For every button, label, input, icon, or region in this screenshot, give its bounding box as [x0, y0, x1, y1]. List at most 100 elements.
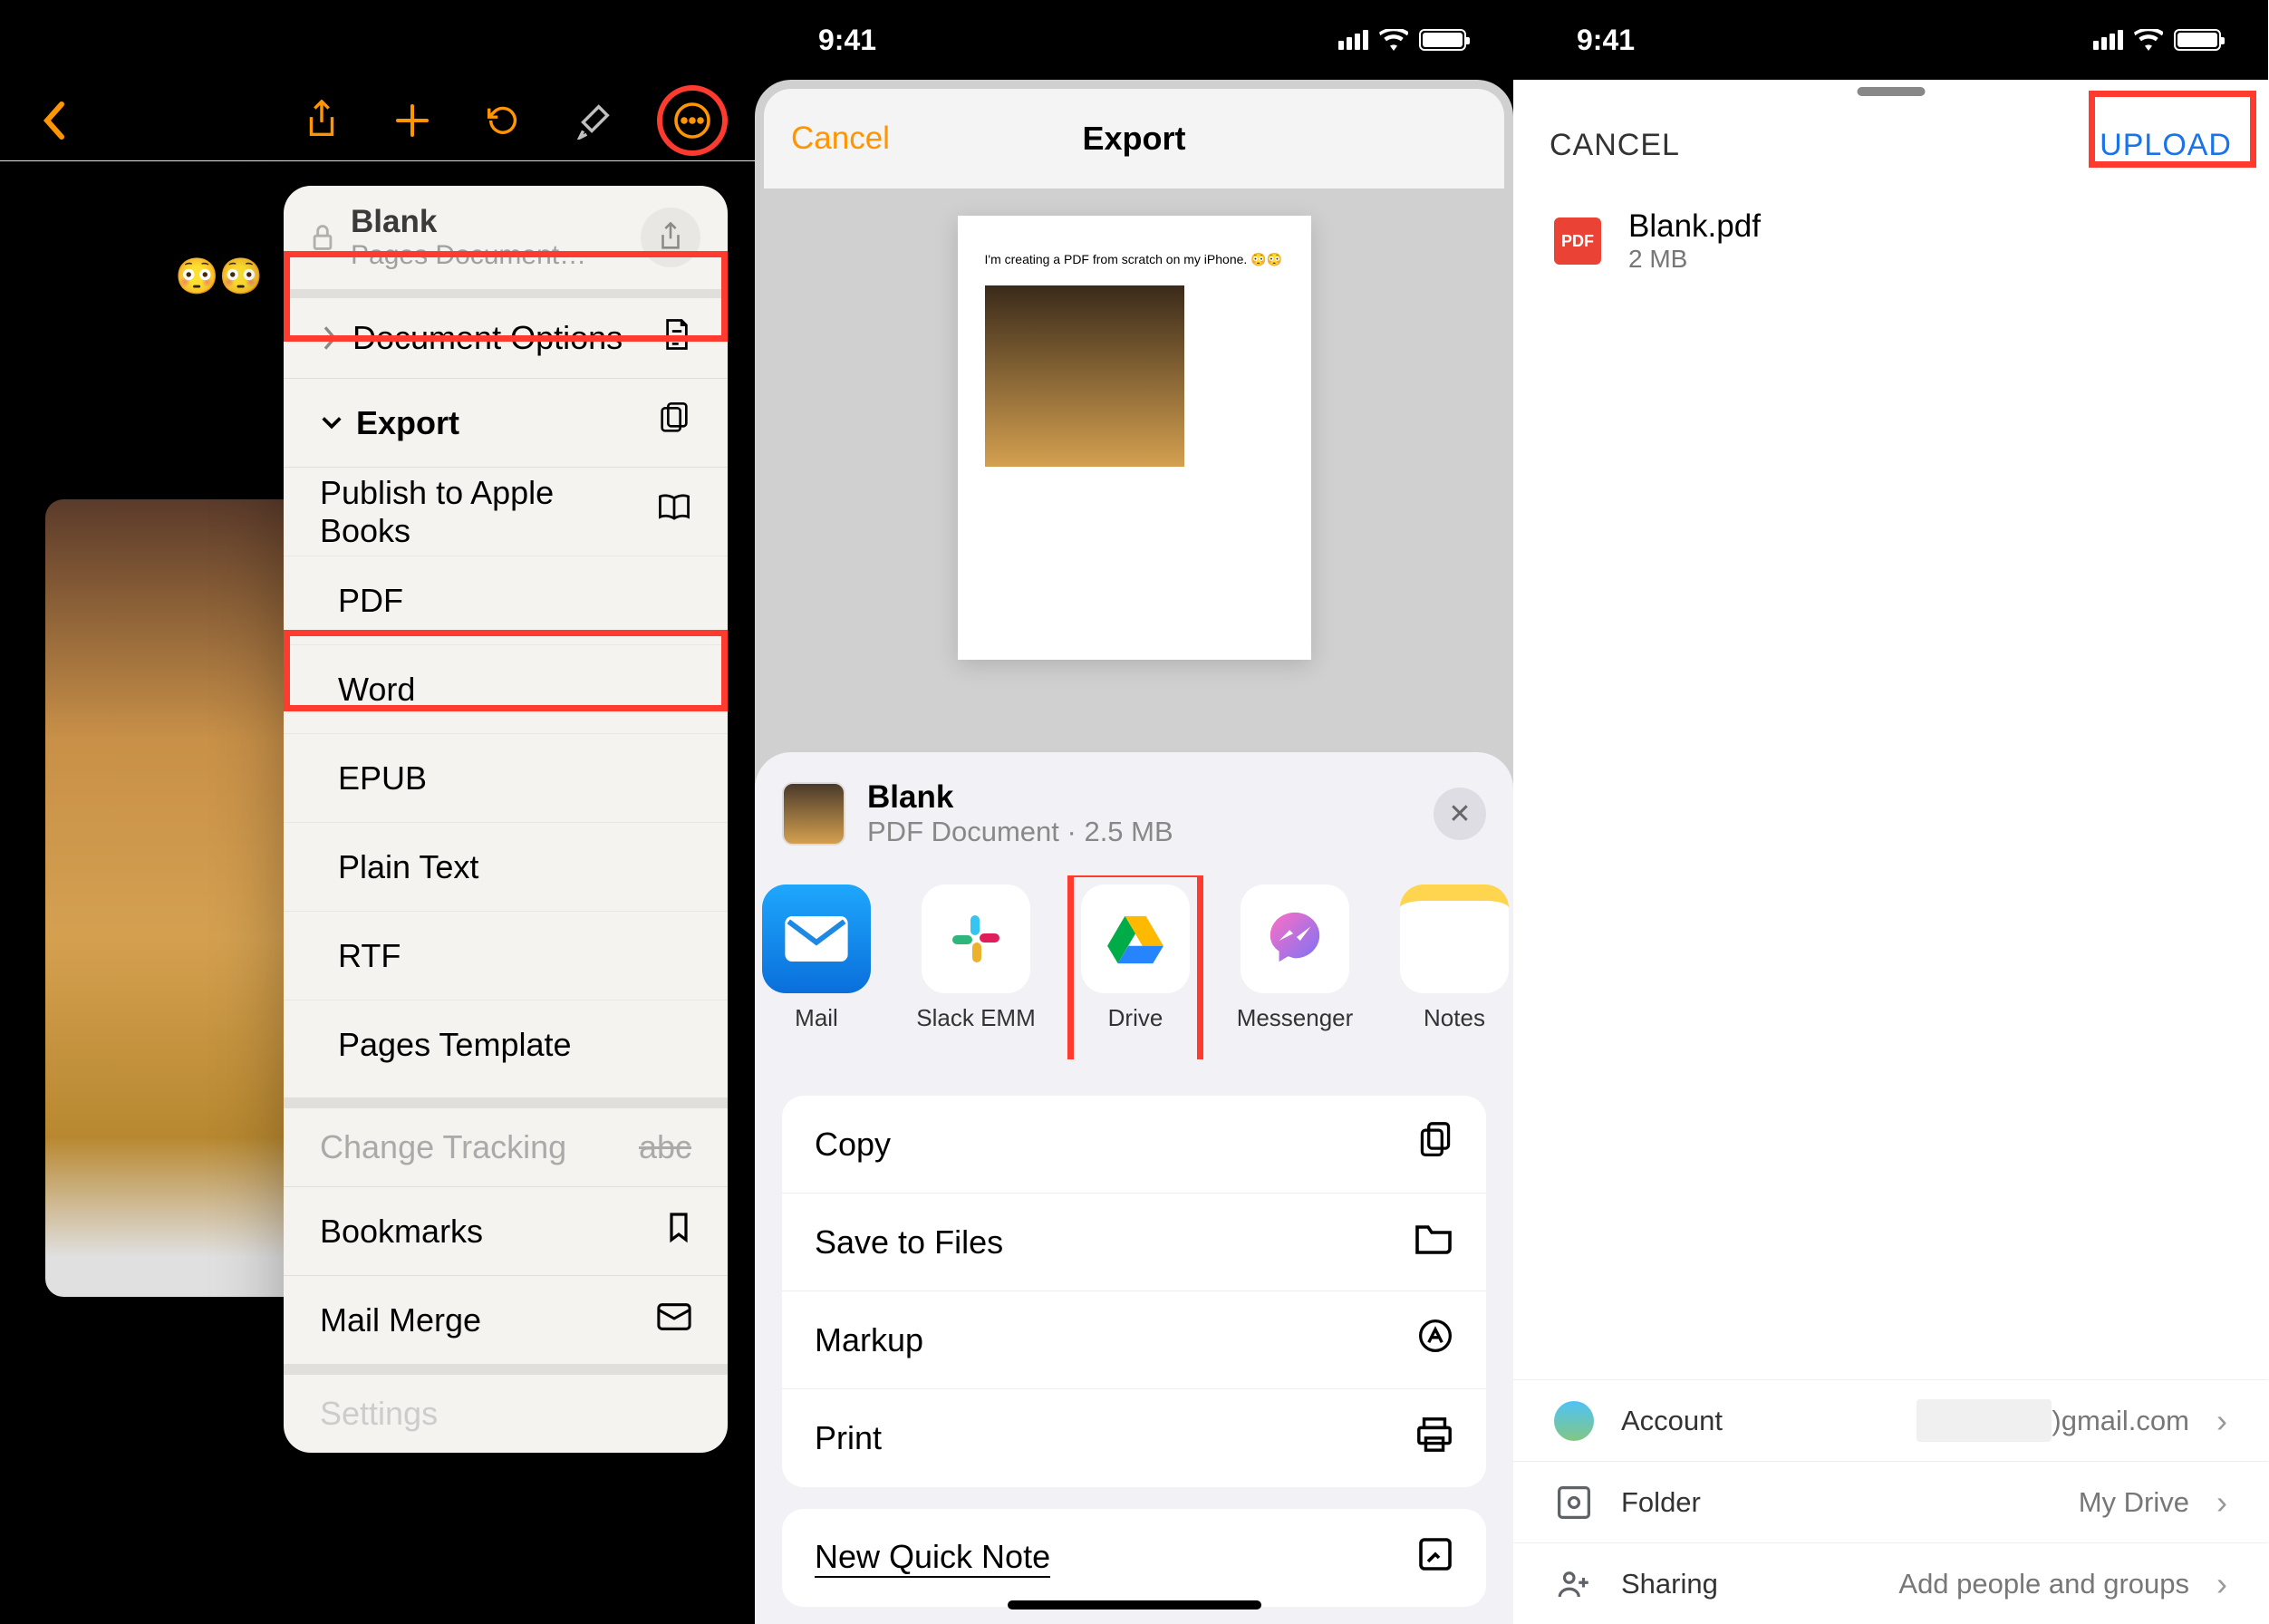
share-file-sub: PDF Document · 2.5 MB [867, 816, 1173, 848]
menu-label: Settings [320, 1395, 438, 1433]
app-label: Slack EMM [916, 1004, 1035, 1032]
brush-icon[interactable] [566, 93, 621, 148]
envelope-icon [657, 1301, 691, 1339]
status-icons [580, 29, 708, 51]
export-header: Cancel Export [764, 89, 1504, 188]
action-print[interactable]: Print [782, 1389, 1486, 1487]
close-icon[interactable]: ✕ [1434, 788, 1486, 840]
menu-label: Publish to Apple Books [320, 474, 592, 550]
battery-icon [661, 29, 708, 51]
copy-icon [1417, 1120, 1453, 1168]
drive-upload-sheet: CANCEL UPLOAD PDF Blank.pdf 2 MB Account… [1513, 100, 2268, 1624]
abc-icon: abc [639, 1128, 691, 1166]
more-button-highlight [657, 85, 728, 156]
menu-settings[interactable]: Settings [284, 1364, 728, 1453]
menu-change-tracking: Change Tracking abc [284, 1097, 728, 1186]
action-new-quick-note[interactable]: New Quick Note [782, 1509, 1486, 1607]
app-drive[interactable]: Drive [1081, 884, 1190, 1032]
app-label: Mail [795, 1004, 838, 1032]
menu-word[interactable]: Word [284, 644, 728, 733]
messenger-app-icon [1241, 884, 1349, 993]
export-icon [657, 401, 691, 445]
status-time: 9:41 [818, 24, 876, 57]
share-apps-row: Mail Slack EMM Drive Messenger Notes [755, 875, 1513, 1059]
action-copy[interactable]: Copy [782, 1096, 1486, 1194]
menu-document-options[interactable]: Document Options [284, 289, 728, 378]
menu-plain-text[interactable]: Plain Text [284, 822, 728, 911]
book-icon [657, 492, 691, 531]
toolbar [0, 80, 755, 161]
status-bar: 9:41 [1513, 0, 2268, 80]
back-icon[interactable] [27, 93, 82, 148]
setting-account[interactable]: Account )gmail.com › [1513, 1379, 2268, 1461]
status-bar: 9:41 [0, 0, 755, 80]
menu-doc-sub: Pages Document… [351, 240, 586, 271]
screen-share-sheet: 9:41 Cancel Export I'm creating a PDF fr… [755, 0, 1513, 1624]
menu-epub[interactable]: EPUB [284, 733, 728, 822]
menu-label: Plain Text [338, 848, 478, 886]
app-notes[interactable]: Notes [1400, 884, 1509, 1032]
status-time: 9:41 [1577, 24, 1635, 57]
menu-label: PDF [338, 582, 403, 620]
menu-bookmarks[interactable]: Bookmarks [284, 1186, 728, 1275]
screen-pages-export: 9:41 I'm creating a PDF iPhone. 😳😳 I hav… [0, 0, 755, 1624]
menu-rtf[interactable]: RTF [284, 911, 728, 1000]
upload-file-name: Blank.pdf [1628, 208, 1761, 245]
share-icon[interactable] [294, 93, 349, 148]
menu-label: EPUB [338, 759, 427, 798]
menu-pdf[interactable]: PDF [284, 556, 728, 644]
chevron-right-icon [320, 324, 340, 352]
pdf-icon: PDF [1554, 218, 1601, 265]
drive-app-icon [1081, 884, 1190, 993]
setting-sharing[interactable]: Sharing Add people and groups › [1513, 1542, 2268, 1624]
menu-export[interactable]: Export [284, 378, 728, 467]
mail-app-icon [762, 884, 871, 993]
menu-pages-template[interactable]: Pages Template [284, 1000, 728, 1088]
status-icons [2093, 29, 2221, 51]
action-label: Markup [815, 1321, 923, 1359]
app-mail[interactable]: Mail [762, 884, 871, 1032]
status-time: 9:41 [63, 24, 121, 57]
status-bar: 9:41 [755, 0, 1513, 80]
action-markup[interactable]: Markup [782, 1291, 1486, 1389]
menu-label: Document Options [352, 319, 623, 357]
upload-file-row[interactable]: PDF Blank.pdf 2 MB [1513, 190, 2268, 292]
upload-settings: Account )gmail.com › Folder My Drive › S… [1513, 1379, 2268, 1624]
preview-image [985, 285, 1184, 467]
menu-publish[interactable]: Publish to Apple Books [284, 467, 728, 556]
share-thumbnail [782, 782, 845, 846]
folder-icon [1554, 1483, 1594, 1522]
action-save-files[interactable]: Save to Files [782, 1194, 1486, 1291]
menu-mail-merge[interactable]: Mail Merge [284, 1275, 728, 1364]
menu-label: Bookmarks [320, 1213, 483, 1251]
setting-label: Folder [1621, 1486, 1701, 1519]
redacted [1917, 1399, 2052, 1442]
folder-icon [1414, 1222, 1453, 1262]
app-label: Messenger [1237, 1004, 1354, 1032]
context-menu: Blank Pages Document… Document Options E… [284, 186, 728, 1453]
avatar-icon [1554, 1401, 1594, 1441]
setting-value: Add people and groups [1898, 1568, 2189, 1600]
cancel-button[interactable]: CANCEL [1550, 128, 1680, 163]
share-actions: Copy Save to Files Markup Print [782, 1096, 1486, 1487]
menu-header: Blank Pages Document… [284, 186, 728, 289]
menu-label: Mail Merge [320, 1301, 481, 1339]
markup-icon [1417, 1318, 1453, 1362]
undo-icon[interactable] [476, 93, 530, 148]
menu-share-button[interactable] [641, 208, 700, 267]
upload-button[interactable]: UPLOAD [2100, 128, 2232, 163]
app-slack[interactable]: Slack EMM [922, 884, 1030, 1032]
cancel-button[interactable]: Cancel [791, 121, 890, 157]
bookmark-icon [666, 1211, 691, 1252]
menu-label: RTF [338, 937, 401, 975]
action-label: New Quick Note [815, 1538, 1050, 1578]
preview-text: I'm creating a PDF from scratch on my iP… [985, 252, 1284, 267]
wifi-icon [2134, 29, 2163, 51]
more-icon[interactable] [665, 93, 719, 148]
setting-folder[interactable]: Folder My Drive › [1513, 1461, 2268, 1542]
plus-icon[interactable] [385, 93, 439, 148]
note-icon [1417, 1536, 1453, 1580]
app-messenger[interactable]: Messenger [1241, 884, 1349, 1032]
setting-value: My Drive [2079, 1486, 2189, 1519]
battery-icon [2174, 29, 2221, 51]
